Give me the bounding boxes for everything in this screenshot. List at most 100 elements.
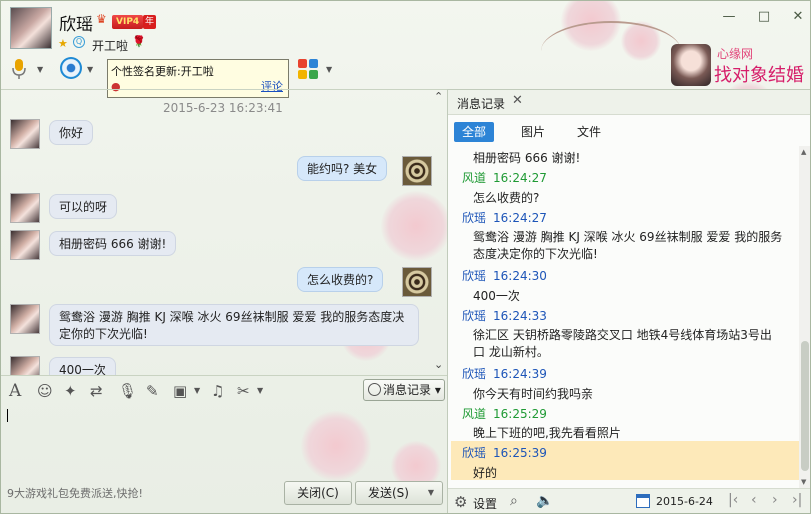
chat-message-area[interactable]: 2015-6-23 16:23:41 ⌃ 你好 能约吗? 美女 可以的呀 相册密… — [1, 89, 447, 375]
message-time: 16:25:39 — [493, 446, 547, 460]
history-message: 好的 — [473, 465, 498, 480]
emoji-icon[interactable]: ☺ — [37, 381, 53, 401]
history-message: 相册密码 666 谢谢! — [473, 151, 581, 165]
history-filter-bar: 全部 图片 文件 — [448, 116, 810, 146]
send-button[interactable]: 发送(S) ▼ — [355, 481, 443, 505]
branch-decoration — [541, 21, 681, 81]
status-signature: 开工啦 — [92, 39, 129, 53]
maximize-button[interactable]: □ — [754, 9, 774, 25]
close-window-button[interactable]: ✕ — [788, 9, 808, 25]
image-icon[interactable]: ▣ — [173, 381, 187, 401]
rose-icon: 🌹 — [132, 35, 146, 48]
shake-icon[interactable]: ⇄ — [90, 381, 103, 401]
chevron-up-icon[interactable]: ▲ — [801, 148, 806, 156]
history-entry-header: 欣瑶 16:24:30 — [462, 268, 792, 285]
year-badge[interactable]: 年 — [143, 15, 157, 29]
camera-icon[interactable] — [60, 57, 82, 79]
speaker-icon[interactable]: 🔈 — [536, 493, 553, 509]
chevron-up-icon[interactable]: ⌃ — [434, 90, 443, 103]
filter-images[interactable]: 图片 — [513, 122, 553, 142]
settings-button[interactable]: 设置 — [473, 495, 497, 512]
history-entry-header: 欣瑶 16:24:27 — [462, 210, 792, 227]
message-time: 16:25:29 — [493, 406, 547, 421]
avatar[interactable] — [10, 193, 40, 223]
signature-update-text: 个性签名更新:开工啦 — [111, 65, 214, 78]
voice-message-icon[interactable]: 🎙 — [118, 381, 137, 401]
chat-timestamp: 2015-6-23 16:23:41 — [163, 101, 283, 115]
history-date[interactable]: 2015-6-24 — [656, 495, 713, 508]
history-scrollbar[interactable]: ▲ ▼ — [799, 146, 810, 491]
message-time: 16:24:39 — [493, 367, 547, 381]
chevron-down-icon[interactable]: ▼ — [257, 381, 263, 401]
history-entry-header: 风道 16:25:29 — [462, 406, 792, 423]
history-entry-header: 欣瑶 16:25:39 — [462, 445, 792, 462]
filter-files[interactable]: 文件 — [569, 122, 609, 142]
avatar[interactable] — [10, 304, 40, 334]
promo-link[interactable]: 9大游戏礼包免费派送,快抢! — [7, 485, 143, 501]
sender-name[interactable]: 欣瑶 — [462, 211, 486, 225]
apps-tile — [298, 59, 307, 68]
magic-icon[interactable]: ✦ — [64, 381, 77, 401]
history-message: 鸳鸯浴 漫游 胸推 KJ 深喉 冰火 69丝袜制服 爱爱 我的服务态度决定你的下… — [473, 230, 783, 261]
contact-avatar[interactable] — [10, 7, 52, 49]
apps-tile — [298, 70, 307, 79]
star-icon[interactable]: ★ — [58, 37, 68, 50]
history-entry-header: 欣瑶 16:24:33 — [462, 308, 792, 325]
last-page-icon[interactable]: ›| — [792, 492, 802, 508]
avatar[interactable] — [10, 119, 40, 149]
chevron-down-icon[interactable]: ▼ — [428, 482, 434, 504]
message-bubble: 怎么收费的? — [297, 267, 384, 292]
apps-tile — [309, 59, 318, 68]
qq-zone-icon[interactable]: Q — [73, 36, 85, 48]
first-page-icon[interactable]: |‹ — [728, 492, 738, 508]
sender-name[interactable]: 风道 — [462, 171, 486, 185]
tab-message-history[interactable]: 消息记录 — [457, 95, 505, 112]
chevron-down-icon[interactable]: ▼ — [801, 478, 806, 486]
calendar-icon[interactable] — [636, 494, 650, 508]
history-list[interactable]: 相册密码 666 谢谢! 风道 16:24:27 怎么收费的? 欣瑶 16:24:27 鸳鸯… — [448, 148, 799, 488]
ad-photo — [671, 44, 711, 86]
microphone-icon[interactable] — [11, 58, 27, 80]
avatar[interactable] — [402, 156, 432, 186]
sender-name[interactable]: 欣瑶 — [462, 269, 486, 283]
chevron-down-icon[interactable]: ▼ — [37, 65, 43, 74]
minimize-button[interactable]: — — [719, 9, 739, 25]
contact-name[interactable]: 欣瑶 — [59, 10, 93, 35]
avatar[interactable] — [402, 267, 432, 297]
apps-icon[interactable] — [298, 59, 320, 81]
scissors-icon[interactable]: ✂ — [237, 381, 250, 401]
message-time: 16:24:27 — [493, 171, 547, 185]
avatar[interactable] — [10, 356, 40, 375]
chevron-down-icon[interactable]: ▼ — [326, 65, 332, 74]
chevron-down-icon[interactable]: ⌄ — [434, 358, 443, 371]
close-icon[interactable]: ✕ — [512, 93, 523, 108]
sender-name[interactable]: 欣瑶 — [462, 367, 486, 381]
ad-slogan: 找对象结婚 — [714, 65, 804, 86]
close-button[interactable]: 关闭(C) — [284, 481, 352, 505]
sender-name[interactable]: 欣瑶 — [462, 446, 486, 460]
history-entry-header: 风道 16:24:27 — [462, 170, 792, 187]
clock-icon — [368, 383, 381, 396]
edit-icon[interactable]: ✎ — [146, 381, 159, 401]
search-icon[interactable]: ⌕ — [510, 493, 518, 509]
filter-all[interactable]: 全部 — [454, 122, 495, 142]
sender-name[interactable]: 欣瑶 — [462, 309, 486, 323]
message-bubble: 你好 — [49, 120, 94, 145]
message-history-button[interactable]: 消息记录 ▾ — [363, 379, 445, 401]
history-message: 你今天有时间约我吗亲 — [473, 386, 594, 401]
ad-banner[interactable]: 心缘网 找对象结婚 — [669, 42, 810, 90]
gear-icon[interactable]: ⚙ — [454, 493, 467, 511]
sender-name[interactable]: 风道 — [462, 407, 486, 421]
history-entry-header: 欣瑶 16:24:39 — [462, 366, 792, 383]
music-icon[interactable]: ♫ — [211, 381, 224, 401]
avatar[interactable] — [10, 230, 40, 260]
next-page-icon[interactable]: › — [772, 492, 778, 508]
font-icon[interactable]: A — [9, 381, 21, 401]
chevron-down-icon[interactable]: ▼ — [87, 65, 93, 74]
message-input[interactable] — [1, 406, 447, 478]
message-bubble: 相册密码 666 谢谢! — [49, 231, 177, 256]
vip-badge[interactable]: VIP4 — [112, 15, 144, 29]
chevron-down-icon[interactable]: ▼ — [194, 381, 200, 401]
prev-page-icon[interactable]: ‹ — [751, 492, 757, 508]
scrollbar-thumb[interactable] — [801, 341, 809, 471]
